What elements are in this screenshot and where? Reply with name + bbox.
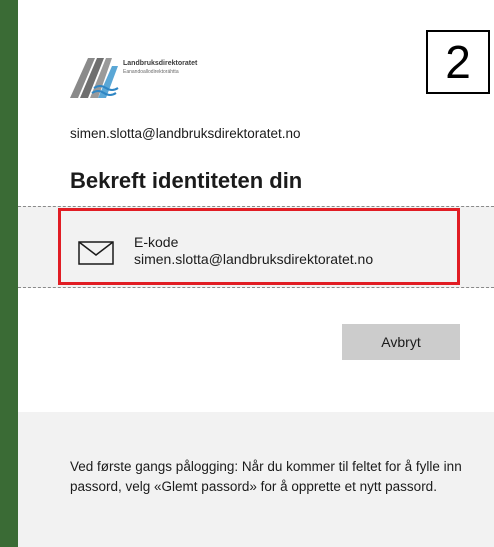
company-logo: Landbruksdirektoratet Eanandoallodirekto… <box>68 58 238 100</box>
verification-option-email-code[interactable]: E-kode simen.slotta@landbruksdirektorate… <box>18 206 494 288</box>
option-type-label: E-kode <box>134 234 179 250</box>
logo-mark <box>70 58 119 98</box>
info-text: Ved første gangs pålogging: Når du komme… <box>70 459 462 494</box>
cancel-button[interactable]: Avbryt <box>342 324 460 360</box>
step-number-marker: 2 <box>426 30 490 94</box>
info-panel: Ved første gangs pålogging: Når du komme… <box>18 412 494 547</box>
page-title: Bekreft identiteten din <box>70 168 303 193</box>
logo-name: Landbruksdirektoratet <box>123 60 198 67</box>
account-email: simen.slotta@landbruksdirektoratet.no <box>70 126 301 141</box>
highlight-box <box>58 208 460 285</box>
envelope-icon <box>78 241 114 265</box>
logo-subtitle: Eanandoallodirektoráhtta <box>123 69 179 75</box>
option-detail: simen.slotta@landbruksdirektoratet.no <box>134 251 374 267</box>
